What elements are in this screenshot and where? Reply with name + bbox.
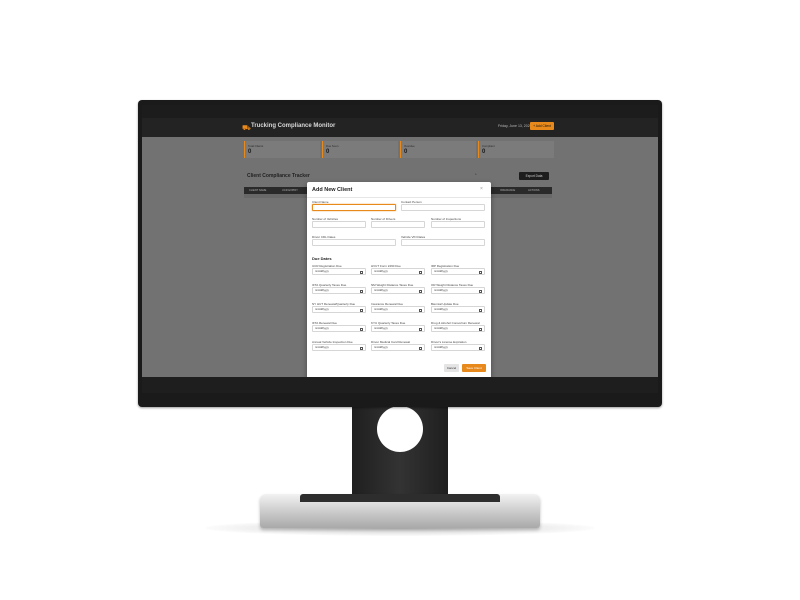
stat-label: Compliant (482, 144, 495, 148)
due-date-input[interactable]: mm/dd/yyyy (371, 306, 425, 313)
save-client-button[interactable]: Save Client (462, 364, 486, 372)
vehicle-vin-input[interactable] (401, 239, 485, 246)
calendar-icon[interactable] (479, 327, 482, 331)
column-header: INSURANCE (500, 188, 516, 192)
calendar-icon[interactable] (479, 289, 482, 293)
date-placeholder: mm/dd/yyyy (434, 270, 448, 273)
due-dates-title: Due Dates (312, 256, 332, 261)
num-drivers-input[interactable] (371, 221, 425, 228)
client-name-input[interactable] (312, 204, 396, 211)
calendar-icon[interactable] (360, 346, 363, 350)
calendar-icon[interactable] (479, 346, 482, 350)
status-filter-select[interactable]: s (475, 172, 482, 180)
calendar-icon[interactable] (360, 327, 363, 331)
close-icon[interactable]: × (480, 186, 483, 192)
stat-value: 0 (248, 149, 252, 155)
date-placeholder: mm/dd/yyyy (434, 308, 448, 311)
due-date-input[interactable]: mm/dd/yyyy (431, 287, 485, 294)
truck-icon: ⛟ (242, 125, 251, 132)
due-date-input[interactable]: mm/dd/yyyy (312, 344, 366, 351)
due-date-input[interactable]: mm/dd/yyyy (431, 344, 485, 351)
add-client-button[interactable]: + Add Client (530, 122, 554, 130)
column-header: UCR EXPIRY (282, 188, 298, 192)
date-placeholder: mm/dd/yyyy (434, 327, 448, 330)
stat-value: 0 (404, 149, 408, 155)
date-placeholder: mm/dd/yyyy (315, 270, 329, 273)
calendar-icon[interactable] (360, 270, 363, 274)
stat-card-due-soon: Due Soon 0 (322, 141, 398, 158)
app-header: ⛟ Trucking Compliance Monitor Friday, Ju… (142, 118, 658, 137)
calendar-icon[interactable] (419, 308, 422, 312)
date-placeholder: mm/dd/yyyy (315, 289, 329, 292)
due-date-input[interactable]: mm/dd/yyyy (371, 268, 425, 275)
monitor-screen: ⛟ Trucking Compliance Monitor Friday, Ju… (142, 105, 658, 393)
due-date-input[interactable]: mm/dd/yyyy (312, 268, 366, 275)
stat-card-compliant: Compliant 0 (478, 141, 554, 158)
due-date-input[interactable]: mm/dd/yyyy (312, 287, 366, 294)
stat-label: Overdue (404, 144, 415, 148)
monitor-stand-hole (377, 406, 423, 452)
column-header: CLIENT NAME (249, 188, 267, 192)
due-date-input[interactable]: mm/dd/yyyy (312, 306, 366, 313)
header-date: Friday, June 13, 2025 (498, 124, 532, 128)
date-placeholder: mm/dd/yyyy (374, 346, 388, 349)
section-title: Client Compliance Tracker (247, 173, 310, 179)
add-client-modal: Add New Client × Client Name Contact Per… (307, 182, 491, 379)
calendar-icon[interactable] (479, 308, 482, 312)
column-header: ACTIONS (528, 188, 540, 192)
date-placeholder: mm/dd/yyyy (315, 327, 329, 330)
contact-person-input[interactable] (401, 204, 485, 211)
date-placeholder: mm/dd/yyyy (315, 308, 329, 311)
date-placeholder: mm/dd/yyyy (374, 327, 388, 330)
monitor-stand-base-top (300, 494, 500, 502)
date-placeholder: mm/dd/yyyy (374, 289, 388, 292)
calendar-icon[interactable] (419, 289, 422, 293)
stat-value: 0 (482, 149, 486, 155)
modal-title: Add New Client (312, 187, 353, 193)
app-title: Trucking Compliance Monitor (251, 123, 336, 129)
num-inspections-input[interactable] (431, 221, 485, 228)
stat-card-overdue: Overdue 0 (400, 141, 476, 158)
calendar-icon[interactable] (360, 289, 363, 293)
due-date-input[interactable]: mm/dd/yyyy (431, 268, 485, 275)
cancel-button[interactable]: Cancel (444, 364, 459, 372)
stat-card-total: Total Clients 0 (244, 141, 320, 158)
date-placeholder: mm/dd/yyyy (374, 308, 388, 311)
due-date-input[interactable]: mm/dd/yyyy (371, 287, 425, 294)
date-placeholder: mm/dd/yyyy (374, 270, 388, 273)
calendar-icon[interactable] (419, 270, 422, 274)
calendar-icon[interactable] (419, 346, 422, 350)
app-body: Total Clients 0 Due Soon 0 Overdue 0 Com… (142, 137, 658, 379)
stat-label: Due Soon (326, 144, 339, 148)
date-placeholder: mm/dd/yyyy (315, 346, 329, 349)
date-placeholder: mm/dd/yyyy (434, 289, 448, 292)
due-date-input[interactable]: mm/dd/yyyy (312, 325, 366, 332)
date-placeholder: mm/dd/yyyy (434, 346, 448, 349)
due-date-input[interactable]: mm/dd/yyyy (371, 325, 425, 332)
app-footer (142, 377, 658, 393)
due-date-input[interactable]: mm/dd/yyyy (431, 325, 485, 332)
calendar-icon[interactable] (419, 327, 422, 331)
modal-divider (307, 197, 491, 198)
stat-label: Total Clients (248, 144, 264, 148)
driver-cdl-input[interactable] (312, 239, 396, 246)
export-data-button[interactable]: Export Data (519, 172, 549, 180)
calendar-icon[interactable] (479, 270, 482, 274)
due-date-input[interactable]: mm/dd/yyyy (431, 306, 485, 313)
calendar-icon[interactable] (360, 308, 363, 312)
due-date-input[interactable]: mm/dd/yyyy (371, 344, 425, 351)
num-vehicles-input[interactable] (312, 221, 366, 228)
stat-value: 0 (326, 149, 330, 155)
